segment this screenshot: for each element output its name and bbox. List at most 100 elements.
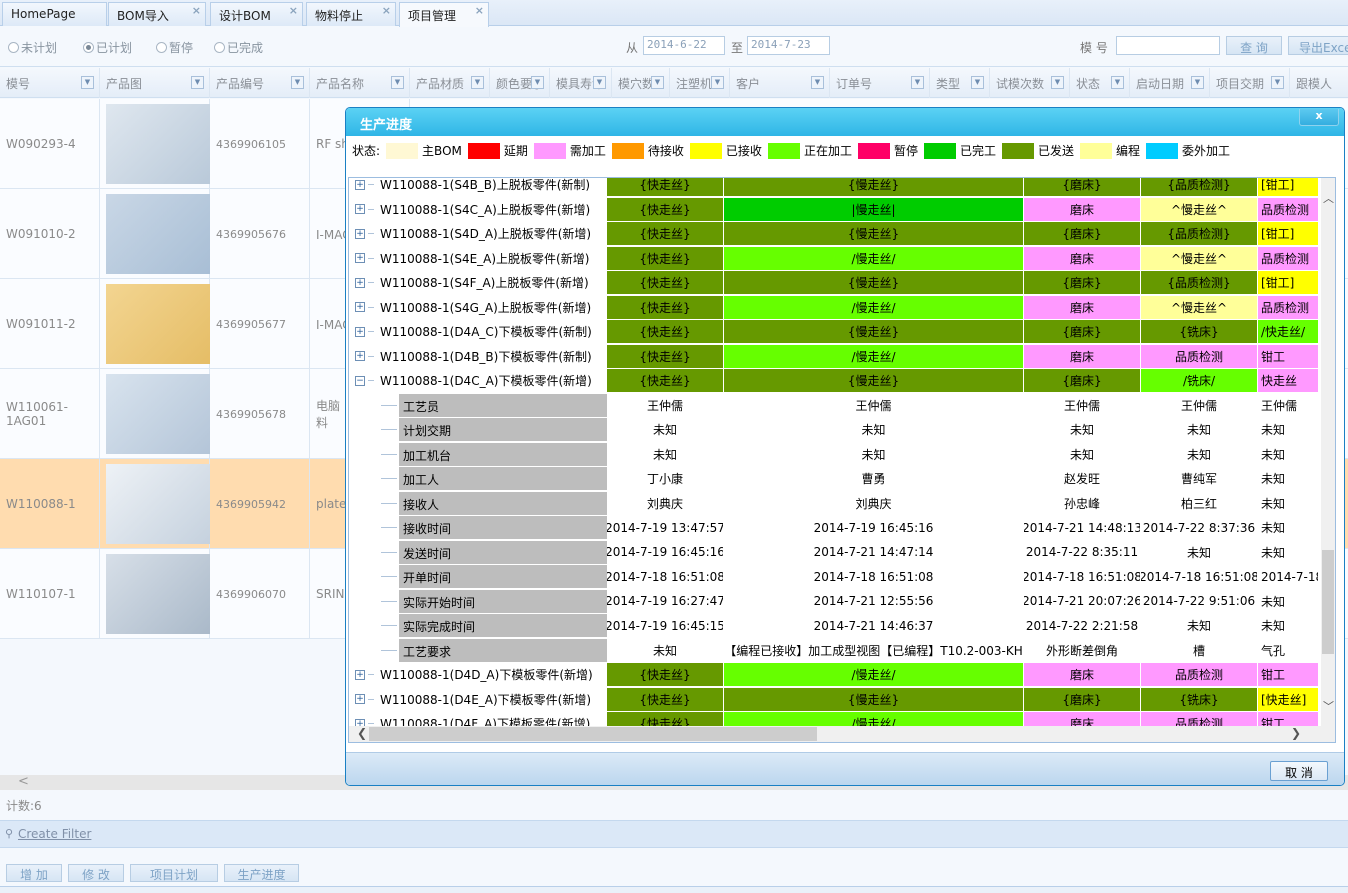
process-cell[interactable]: {磨床} — [1024, 271, 1140, 294]
radio-button[interactable] — [8, 42, 19, 53]
column-header[interactable]: 启动日期 ▼ — [1130, 68, 1210, 98]
process-cell[interactable]: {铣床} — [1141, 687, 1257, 711]
column-header[interactable]: 模穴数 ▼ — [612, 68, 670, 98]
collapse-icon[interactable]: − — [355, 375, 365, 386]
process-cell[interactable]: {磨床} — [1024, 320, 1140, 343]
column-menu-icon[interactable]: ▼ — [811, 76, 824, 89]
part-row[interactable]: − W110088-1(D4C_A)下模板零件(新增) {快走丝} {慢走丝} {磨床}… — [349, 369, 1323, 394]
column-menu-icon[interactable]: ▼ — [191, 76, 204, 89]
mold-number-input[interactable] — [1116, 36, 1220, 55]
part-row[interactable]: + W110088-1(D4D_A)下模板零件(新增) {快走丝} /慢走丝/磨床 品质… — [349, 663, 1323, 688]
process-cell[interactable]: {品质检测} — [1141, 271, 1257, 294]
part-row[interactable]: + W110088-1(S4F_A)上脱板零件(新增) {快走丝} {慢走丝} {磨床}… — [349, 271, 1323, 296]
close-tab-icon[interactable]: × — [289, 4, 298, 17]
product-image[interactable] — [106, 194, 210, 274]
process-cell[interactable]: {快走丝} — [607, 687, 723, 711]
process-cell[interactable]: 钳工 — [1258, 344, 1318, 368]
expand-icon[interactable]: + — [355, 204, 365, 214]
close-tab-icon[interactable]: × — [475, 4, 484, 17]
process-cell[interactable]: 品质检测 — [1141, 663, 1257, 686]
create-filter-link[interactable]: Create Filter — [18, 827, 91, 841]
part-row[interactable]: + W110088-1(S4E_A)上脱板零件(新增) {快走丝} /慢走丝/磨床 ^慢… — [349, 246, 1323, 272]
expand-icon[interactable]: + — [355, 694, 365, 704]
tab-0[interactable]: HomePage — [2, 2, 107, 26]
process-cell[interactable]: 磨床 — [1024, 344, 1140, 368]
process-cell[interactable]: /慢走丝/ — [724, 295, 1023, 319]
process-cell[interactable]: {磨床} — [1024, 222, 1140, 245]
column-header[interactable]: 跟模人 — [1290, 68, 1348, 98]
product-image[interactable] — [106, 374, 210, 454]
part-row[interactable]: + W110088-1(S4D_A)上脱板零件(新增) {快走丝} {慢走丝} {磨床}… — [349, 222, 1323, 247]
product-image[interactable] — [106, 284, 210, 364]
process-cell[interactable]: [钳工] — [1258, 178, 1318, 196]
from-date-input[interactable]: 2014-6-22 — [643, 36, 725, 55]
edit-button[interactable]: 修 改 — [68, 864, 124, 882]
column-menu-icon[interactable]: ▼ — [1271, 76, 1284, 89]
tab-3[interactable]: 物料停止 × — [306, 2, 396, 26]
column-header[interactable]: 产品名称 ▼ — [310, 68, 410, 98]
process-cell[interactable]: {快走丝} — [607, 663, 723, 686]
process-cell[interactable]: {快走丝} — [607, 246, 723, 270]
process-cell[interactable]: {品质检测} — [1141, 178, 1257, 196]
column-menu-icon[interactable]: ▼ — [531, 76, 544, 89]
column-header[interactable]: 试模次数 ▼ — [990, 68, 1070, 98]
process-cell[interactable]: |慢走丝| — [724, 197, 1023, 221]
radio-button[interactable] — [214, 42, 225, 53]
column-menu-icon[interactable]: ▼ — [651, 76, 664, 89]
product-image[interactable] — [106, 104, 210, 184]
process-cell[interactable]: 钳工 — [1258, 663, 1318, 686]
column-header[interactable]: 产品材质 ▼ — [410, 68, 490, 98]
process-cell[interactable]: /慢走丝/ — [724, 344, 1023, 368]
process-cell[interactable]: 品质检测 — [1258, 197, 1318, 221]
column-menu-icon[interactable]: ▼ — [711, 76, 724, 89]
expand-icon[interactable]: + — [355, 326, 365, 337]
process-cell[interactable]: ^慢走丝^ — [1141, 295, 1257, 319]
process-cell[interactable]: {慢走丝} — [724, 178, 1023, 196]
expand-icon[interactable]: + — [355, 228, 365, 239]
process-cell[interactable]: 磨床 — [1024, 246, 1140, 270]
dialog-close-button[interactable]: x — [1299, 109, 1339, 126]
process-cell[interactable]: [钳工] — [1258, 222, 1318, 245]
tab-2[interactable]: 设计BOM × — [210, 2, 303, 26]
close-tab-icon[interactable]: × — [382, 4, 391, 17]
process-cell[interactable]: /慢走丝/ — [724, 246, 1023, 270]
part-row[interactable]: + W110088-1(S4C_A)上脱板零件(新增) {快走丝} |慢走丝| 磨床 ^慢… — [349, 197, 1323, 223]
process-cell[interactable]: 磨床 — [1024, 295, 1140, 319]
column-menu-icon[interactable]: ▼ — [1111, 76, 1124, 89]
column-menu-icon[interactable]: ▼ — [471, 76, 484, 89]
expand-icon[interactable]: + — [355, 351, 365, 361]
process-cell[interactable]: [快走丝] — [1258, 687, 1318, 711]
column-menu-icon[interactable]: ▼ — [971, 76, 984, 89]
column-header[interactable]: 模号 ▼ — [0, 68, 100, 98]
part-row[interactable]: + W110088-1(D4E_A)下模板零件(新增) {快走丝} {慢走丝} {磨床}… — [349, 687, 1323, 713]
column-menu-icon[interactable]: ▼ — [291, 76, 304, 89]
process-cell[interactable]: {快走丝} — [607, 344, 723, 368]
process-cell[interactable]: {慢走丝} — [724, 320, 1023, 343]
column-header[interactable]: 类型 ▼ — [930, 68, 990, 98]
process-cell[interactable]: {品质检测} — [1141, 222, 1257, 245]
part-row[interactable]: + W110088-1(S4B_B)上脱板零件(新制) {快走丝} {慢走丝} {磨床}… — [349, 178, 1323, 198]
process-cell[interactable]: {快走丝} — [607, 222, 723, 245]
radio-button[interactable] — [83, 42, 94, 53]
product-image[interactable] — [106, 464, 210, 544]
column-menu-icon[interactable]: ▼ — [1051, 76, 1064, 89]
process-cell[interactable]: {磨床} — [1024, 369, 1140, 392]
tree-horizontal-scrollbar[interactable]: ❮ ❯ — [349, 726, 1335, 742]
column-header[interactable]: 客户 ▼ — [730, 68, 830, 98]
product-image[interactable] — [106, 554, 210, 634]
horizontal-scroll-thumb[interactable] — [369, 727, 817, 741]
process-cell[interactable]: ^慢走丝^ — [1141, 197, 1257, 221]
process-cell[interactable]: {快走丝} — [607, 197, 723, 221]
column-menu-icon[interactable]: ▼ — [81, 76, 94, 89]
process-cell[interactable]: ^慢走丝^ — [1141, 246, 1257, 270]
status-radio-0[interactable]: 未计划 — [8, 39, 57, 56]
process-cell[interactable]: [钳工] — [1258, 271, 1318, 294]
column-menu-icon[interactable]: ▼ — [911, 76, 924, 89]
process-cell[interactable]: {磨床} — [1024, 687, 1140, 711]
process-cell[interactable]: {快走丝} — [607, 369, 723, 392]
process-cell[interactable]: {快走丝} — [607, 295, 723, 319]
expand-icon[interactable]: + — [355, 302, 365, 312]
process-cell[interactable]: 品质检测 — [1258, 246, 1318, 270]
process-cell[interactable]: 品质检测 — [1141, 344, 1257, 368]
process-cell[interactable]: /快走丝/ — [1258, 320, 1318, 343]
